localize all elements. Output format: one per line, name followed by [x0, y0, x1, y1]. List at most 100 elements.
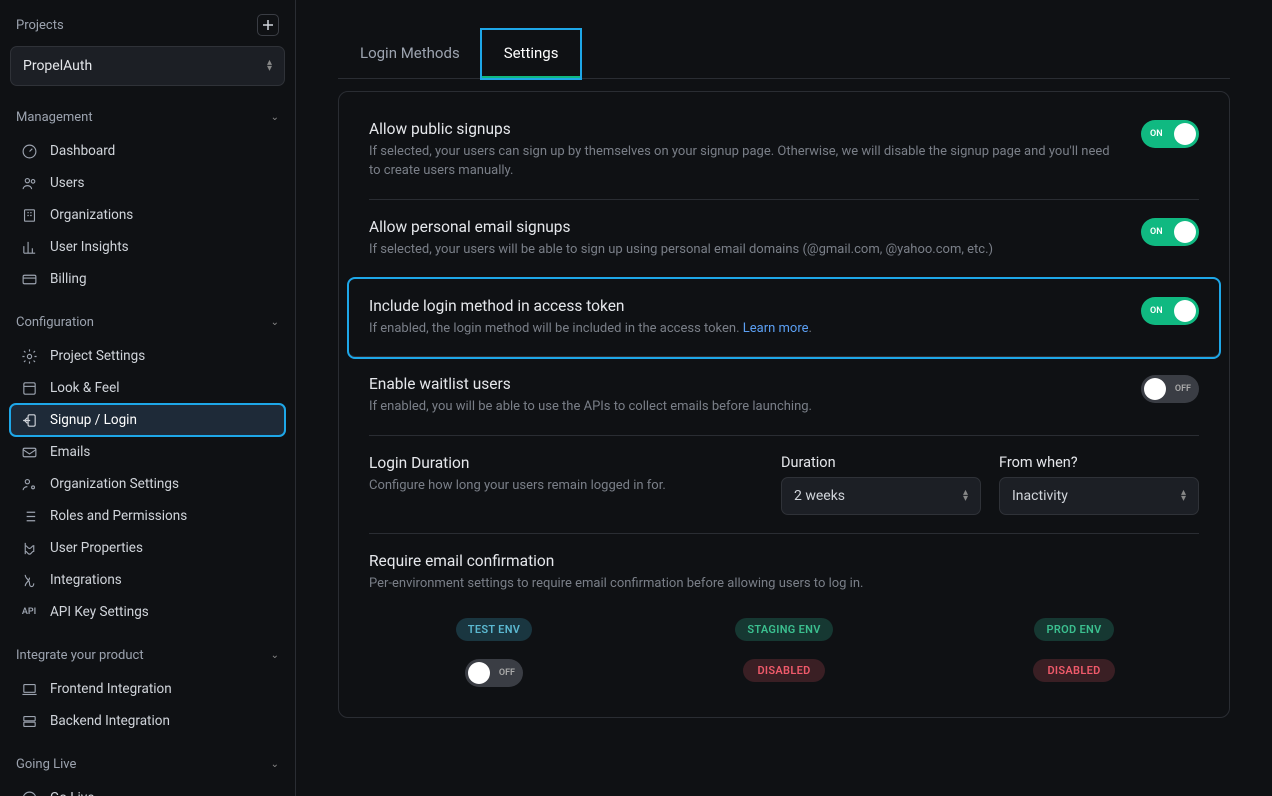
setting-title: Login Duration [369, 454, 731, 472]
sidebar-item-emails[interactable]: Emails [10, 436, 285, 468]
sidebar-item-label: Organizations [50, 207, 133, 223]
sidebar-item-label: Frontend Integration [50, 681, 172, 697]
chevron-updown-icon: ▴▾ [267, 60, 272, 72]
setting-personal-email: Allow personal email signups If selected… [369, 200, 1199, 279]
key-icon: API [20, 603, 38, 621]
section-going-live[interactable]: Going Live ⌄ [10, 751, 285, 778]
sidebar-item-label: API Key Settings [50, 604, 149, 620]
toggle-knob [1174, 300, 1196, 322]
sidebar-item-label: Dashboard [50, 143, 115, 159]
duration-select[interactable]: 2 weeks ▴▾ [781, 477, 981, 515]
add-project-button[interactable] [257, 14, 279, 36]
sidebar-item-label: Signup / Login [50, 412, 137, 428]
env-prod: PROD ENV DISABLED [949, 618, 1199, 687]
setting-title: Allow personal email signups [369, 218, 1111, 236]
users-icon [20, 174, 38, 192]
integrations-icon [20, 571, 38, 589]
toggle-knob [1174, 123, 1196, 145]
check-circle-icon [20, 789, 38, 796]
toggle-knob [1144, 378, 1166, 400]
sidebar: Projects PropelAuth ▴▾ Management ⌄ Dash… [0, 0, 296, 796]
setting-desc: If enabled, you will be able to use the … [369, 398, 1111, 417]
toggle-test-env[interactable]: OFF [465, 659, 523, 687]
env-test: TEST ENV OFF [369, 618, 619, 687]
sidebar-item-frontend[interactable]: Frontend Integration [10, 673, 285, 705]
sidebar-item-billing[interactable]: Billing [10, 263, 285, 295]
mail-icon [20, 443, 38, 461]
setting-title: Enable waitlist users [369, 375, 1111, 393]
section-configuration[interactable]: Configuration ⌄ [10, 309, 285, 336]
sidebar-item-dashboard[interactable]: Dashboard [10, 135, 285, 167]
sidebar-item-backend[interactable]: Backend Integration [10, 705, 285, 737]
disabled-badge-staging: DISABLED [743, 659, 824, 682]
from-when-select[interactable]: Inactivity ▴▾ [999, 477, 1199, 515]
tabs: Login Methods Settings [338, 30, 1230, 79]
toggle-knob [468, 662, 490, 684]
env-badge-prod: PROD ENV [1034, 618, 1113, 641]
setting-title: Include login method in access token [369, 297, 1111, 315]
sidebar-item-label: Project Settings [50, 348, 145, 364]
toggle-personal-email[interactable]: ON [1141, 218, 1199, 246]
sidebar-item-label: Look & Feel [50, 380, 120, 396]
sidebar-item-label: Users [50, 175, 84, 191]
sidebar-item-label: Go Live [50, 790, 94, 796]
main-content: Login Methods Settings Allow public sign… [296, 0, 1272, 796]
chevron-down-icon: ⌄ [271, 759, 279, 770]
section-management[interactable]: Management ⌄ [10, 104, 285, 131]
settings-panel: Allow public signups If selected, your u… [338, 91, 1230, 718]
toggle-login-method-token[interactable]: ON [1141, 297, 1199, 325]
sidebar-item-user-properties[interactable]: User Properties [10, 532, 285, 564]
sidebar-item-api-keys[interactable]: API API Key Settings [10, 596, 285, 628]
sidebar-item-organizations[interactable]: Organizations [10, 199, 285, 231]
projects-label: Projects [16, 18, 64, 33]
setting-desc: If selected, your users will be able to … [369, 241, 1111, 260]
env-staging: STAGING ENV DISABLED [659, 618, 909, 687]
project-name: PropelAuth [23, 58, 92, 74]
setting-desc: Configure how long your users remain log… [369, 477, 731, 496]
laptop-icon [20, 680, 38, 698]
section-integrate[interactable]: Integrate your product ⌄ [10, 642, 285, 669]
from-when-label: From when? [999, 454, 1199, 471]
toggle-public-signups[interactable]: ON [1141, 120, 1199, 148]
sidebar-item-project-settings[interactable]: Project Settings [10, 340, 285, 372]
setting-desc: If selected, your users can sign up by t… [369, 143, 1111, 181]
sidebar-item-user-insights[interactable]: User Insights [10, 231, 285, 263]
chevron-down-icon: ⌄ [271, 112, 279, 123]
sidebar-item-label: Organization Settings [50, 476, 179, 492]
sidebar-item-label: Integrations [50, 572, 122, 588]
sidebar-item-look-feel[interactable]: Look & Feel [10, 372, 285, 404]
chevron-down-icon: ⌄ [271, 650, 279, 661]
tab-login-methods[interactable]: Login Methods [338, 30, 482, 78]
env-badge-test: TEST ENV [456, 618, 532, 641]
card-icon [20, 270, 38, 288]
gauge-icon [20, 142, 38, 160]
users-gear-icon [20, 475, 38, 493]
toggle-waitlist[interactable]: OFF [1141, 375, 1199, 403]
gear-icon [20, 347, 38, 365]
properties-icon [20, 539, 38, 557]
project-selector[interactable]: PropelAuth ▴▾ [10, 46, 285, 86]
setting-login-method-token: Include login method in access token If … [349, 279, 1219, 358]
setting-login-duration: Login Duration Configure how long your u… [369, 436, 1199, 534]
layout-icon [20, 379, 38, 397]
duration-label: Duration [781, 454, 981, 471]
sidebar-item-label: Backend Integration [50, 713, 170, 729]
sidebar-item-label: Emails [50, 444, 90, 460]
sidebar-item-roles[interactable]: Roles and Permissions [10, 500, 285, 532]
chevron-updown-icon: ▴▾ [1181, 490, 1186, 502]
env-badge-staging: STAGING ENV [735, 618, 832, 641]
tab-settings[interactable]: Settings [482, 30, 581, 78]
sidebar-item-go-live[interactable]: Go Live [10, 782, 285, 796]
server-icon [20, 712, 38, 730]
sidebar-item-label: User Insights [50, 239, 129, 255]
building-icon [20, 206, 38, 224]
sidebar-item-org-settings[interactable]: Organization Settings [10, 468, 285, 500]
sidebar-item-signup-login[interactable]: Signup / Login [10, 404, 285, 436]
sidebar-item-users[interactable]: Users [10, 167, 285, 199]
chevron-updown-icon: ▴▾ [963, 490, 968, 502]
plus-icon [262, 19, 274, 31]
toggle-knob [1174, 221, 1196, 243]
setting-email-confirmation: Require email confirmation Per-environme… [369, 534, 1199, 687]
learn-more-link[interactable]: Learn more [743, 321, 809, 336]
sidebar-item-integrations[interactable]: Integrations [10, 564, 285, 596]
